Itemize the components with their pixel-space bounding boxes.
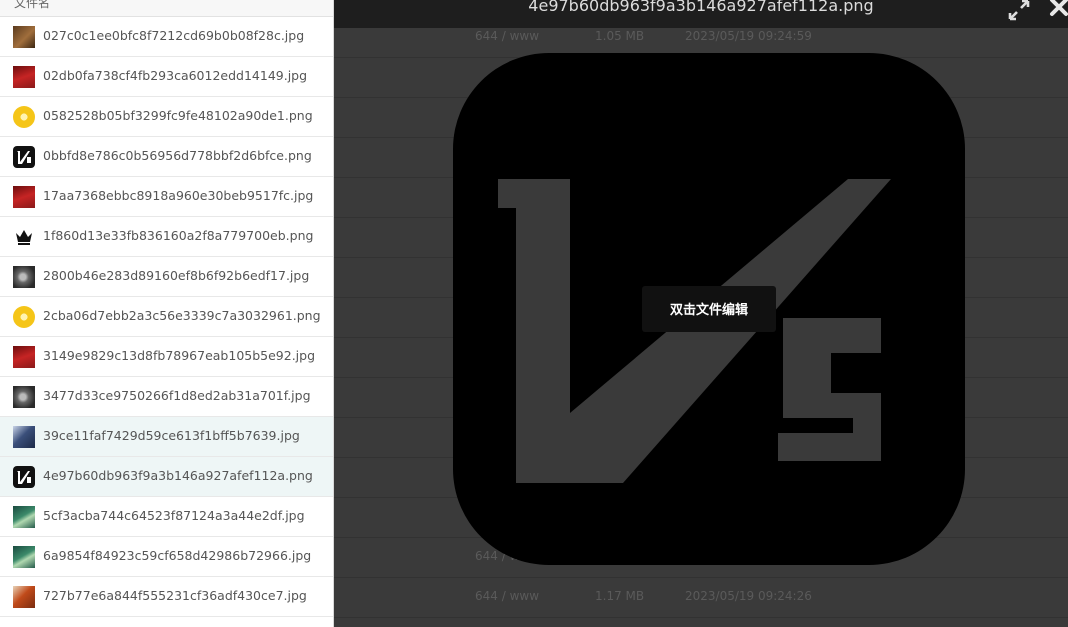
file-list: 027c0c1ee0bfc8f7212cd69b0b08f28c.jpg 02db… — [0, 17, 333, 617]
file-row[interactable]: 02db0fa738cf4fb293ca6012edd14149.jpg — [0, 57, 333, 97]
file-thumbnail — [13, 466, 35, 488]
table-cell-size: 1.05 MB — [595, 29, 645, 43]
file-row[interactable]: 17aa7368ebbc8918a960e30beb9517fc.jpg — [0, 177, 333, 217]
file-thumbnail — [13, 426, 35, 448]
file-name: 0bbfd8e786c0b56956d778bbf2d6bfce.png — [43, 148, 312, 163]
file-thumbnail — [13, 66, 35, 88]
file-thumbnail — [13, 266, 35, 288]
file-name: 3477d33ce9750266f1d8ed2ab31a701f.jpg — [43, 388, 311, 403]
file-row[interactable]: 727b77e6a844f555231cf36adf430ce7.jpg — [0, 577, 333, 617]
file-thumbnail — [13, 106, 35, 128]
file-thumbnail — [13, 546, 35, 568]
table-cell-perm: 644 / www — [475, 29, 540, 43]
file-thumbnail — [13, 586, 35, 608]
file-name: 17aa7368ebbc8918a960e30beb9517fc.jpg — [43, 188, 314, 203]
file-name: 02db0fa738cf4fb293ca6012edd14149.jpg — [43, 68, 308, 83]
file-thumbnail — [13, 386, 35, 408]
file-row[interactable]: 3477d33ce9750266f1d8ed2ab31a701f.jpg — [0, 377, 333, 417]
table-cell-date: 2023/05/19 09:24:59 — [685, 29, 812, 43]
file-row[interactable]: 5cf3acba744c64523f87124a3a44e2df.jpg — [0, 497, 333, 537]
close-x-icon — [1050, 0, 1068, 16]
file-name-column-header[interactable]: 文件名 — [0, 0, 333, 17]
fullscreen-button[interactable] — [1006, 0, 1032, 23]
table-row: 644 / www 1.17 MB 2023/05/19 09:24:26 — [334, 577, 1068, 618]
file-name: 6a9854f84923c59cf658d42986b72966.jpg — [43, 548, 312, 563]
file-thumbnail — [13, 146, 35, 168]
file-row[interactable]: 2cba06d7ebb2a3c56e3339c7a3032961.png — [0, 297, 333, 337]
tooltip-text: 双击文件编辑 — [669, 303, 748, 318]
file-list-panel: 文件名 027c0c1ee0bfc8f7212cd69b0b08f28c.jpg… — [0, 0, 334, 627]
file-row[interactable]: 2800b46e283d89160ef8b6f92b6edf17.jpg — [0, 257, 333, 297]
file-row[interactable]: 39ce11faf7429d59ce613f1bff5b7639.jpg — [0, 417, 333, 457]
table-cell-size: 1.17 MB — [595, 589, 645, 603]
file-row[interactable]: 1f860d13e33fb836160a2f8a779700eb.png — [0, 217, 333, 257]
table-cell-date: 2023/05/19 09:24:26 — [685, 589, 812, 603]
file-name: 727b77e6a844f555231cf36adf430ce7.jpg — [43, 588, 307, 603]
file-name: 0582528b05bf3299fc9fe48102a90de1.png — [43, 108, 313, 123]
file-name: 1f860d13e33fb836160a2f8a779700eb.png — [43, 228, 314, 243]
file-thumbnail — [13, 26, 35, 48]
file-row[interactable]: 3149e9829c13d8fb78967eab105b5e92.jpg — [0, 337, 333, 377]
file-thumbnail — [13, 186, 35, 208]
close-viewer-button[interactable] — [1046, 0, 1068, 20]
file-row[interactable]: 6a9854f84923c59cf658d42986b72966.jpg — [0, 537, 333, 577]
file-name: 4e97b60db963f9a3b146a927afef112a.png — [43, 468, 313, 483]
column-header-label: 文件名 — [14, 0, 51, 10]
table-cell-perm: 644 / www — [475, 589, 540, 603]
file-thumbnail — [13, 346, 35, 368]
file-name: 5cf3acba744c64523f87124a3a44e2df.jpg — [43, 508, 305, 523]
viewer-title: 4e97b60db963f9a3b146a927afef112a.png — [528, 0, 874, 15]
file-row[interactable]: 4e97b60db963f9a3b146a927afef112a.png — [0, 457, 333, 497]
file-name: 027c0c1ee0bfc8f7212cd69b0b08f28c.jpg — [43, 28, 305, 43]
file-name: 3149e9829c13d8fb78967eab105b5e92.jpg — [43, 348, 316, 363]
file-name: 2cba06d7ebb2a3c56e3339c7a3032961.png — [43, 308, 321, 323]
file-thumbnail — [13, 306, 35, 328]
file-row[interactable]: 027c0c1ee0bfc8f7212cd69b0b08f28c.jpg — [0, 17, 333, 57]
file-thumbnail — [13, 506, 35, 528]
image-viewer-titlebar: 4e97b60db963f9a3b146a927afef112a.png — [334, 0, 1068, 28]
file-row[interactable]: 0bbfd8e786c0b56956d778bbf2d6bfce.png — [0, 137, 333, 177]
file-name: 2800b46e283d89160ef8b6f92b6edf17.jpg — [43, 268, 310, 283]
edit-hint-tooltip: 双击文件编辑 — [642, 286, 776, 332]
expand-arrows-icon — [1008, 0, 1030, 21]
file-name: 39ce11faf7429d59ce613f1bff5b7639.jpg — [43, 428, 300, 443]
file-thumbnail — [13, 226, 35, 248]
file-row[interactable]: 0582528b05bf3299fc9fe48102a90de1.png — [0, 97, 333, 137]
